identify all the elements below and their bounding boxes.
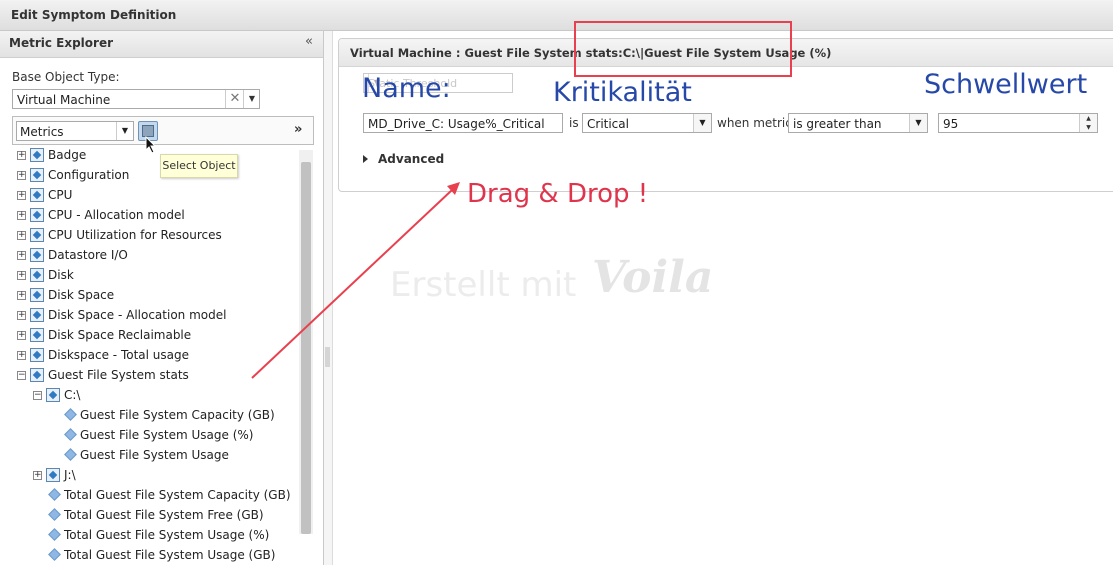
chevron-down-icon[interactable]: ▼ [909, 114, 927, 132]
base-object-type-select[interactable]: Virtual Machine ✕ ▼ [12, 89, 260, 109]
mouse-cursor-icon [145, 136, 157, 154]
expand-icon[interactable]: + [17, 191, 26, 200]
tree-node-label: Disk Space - Allocation model [48, 308, 227, 322]
panel-splitter[interactable] [324, 31, 333, 565]
advanced-toggle[interactable]: Advanced [363, 152, 444, 166]
expand-icon[interactable]: + [17, 251, 26, 260]
chevron-up-icon[interactable]: ▲ [1080, 114, 1097, 123]
tree-node-label: Total Guest File System Usage (GB) [64, 548, 276, 562]
tree-node-label: CPU - Allocation model [48, 208, 185, 222]
when-metric-label: when metric [717, 116, 792, 130]
tree-node-label: Guest File System Capacity (GB) [80, 408, 275, 422]
metric-group-icon [30, 268, 44, 282]
expand-icon[interactable]: + [17, 271, 26, 280]
symptom-name-input[interactable]: MD_Drive_C: Usage%_Critical [363, 113, 563, 133]
chevron-down-icon[interactable]: ▼ [116, 122, 133, 140]
window-titlebar: Edit Symptom Definition [0, 0, 1113, 31]
metric-group-icon [30, 248, 44, 262]
metric-group-icon [30, 208, 44, 222]
spinner-buttons[interactable]: ▲ ▼ [1079, 114, 1097, 132]
watermark-logo: Voila [592, 252, 714, 303]
base-object-type-label: Base Object Type: [12, 70, 120, 84]
splitter-grip-icon[interactable] [325, 347, 330, 367]
metric-explorer-header: Metric Explorer « [0, 31, 323, 58]
base-object-type-value: Virtual Machine [17, 93, 111, 107]
metric-explorer-title: Metric Explorer [9, 36, 113, 50]
metric-group-icon [30, 188, 44, 202]
annotation-threshold: Schwellwert [924, 69, 1088, 100]
clear-icon[interactable]: ✕ [225, 90, 244, 108]
metric-group-icon [30, 348, 44, 362]
tree-node-label: Badge [48, 148, 87, 162]
tree-node-label: Guest File System Usage (%) [80, 428, 254, 442]
tree-node-label: J:\ [64, 468, 76, 482]
highlight-box [574, 21, 792, 77]
chevron-right-icon [363, 155, 368, 163]
window-title: Edit Symptom Definition [11, 8, 177, 22]
scrollbar-thumb[interactable] [301, 162, 311, 534]
tree-node-label: Guest File System Usage [80, 448, 229, 462]
expand-icon[interactable]: + [17, 351, 26, 360]
threshold-value: 95 [943, 117, 959, 131]
annotation-criticality: Kritikalität [553, 77, 692, 108]
expand-icon[interactable]: + [17, 151, 26, 160]
tree-node-label: Total Guest File System Capacity (GB) [64, 488, 291, 502]
metrics-select-value: Metrics [20, 125, 64, 139]
metric-group-icon [30, 308, 44, 322]
tree-node-label: C:\ [64, 388, 81, 402]
symptom-name-value: MD_Drive_C: Usage%_Critical [368, 117, 545, 131]
metric-group-icon [30, 328, 44, 342]
collapse-icon[interactable]: − [17, 371, 26, 380]
tree-node-label: Configuration [48, 168, 130, 182]
metric-group-icon [30, 228, 44, 242]
tree-node-label: Diskspace - Total usage [48, 348, 189, 362]
operator-select[interactable]: is greater than ▼ [788, 113, 928, 133]
metrics-select[interactable]: Metrics ▼ [16, 121, 134, 141]
metric-group-icon [46, 388, 60, 402]
expand-icon[interactable]: + [17, 211, 26, 220]
select-object-tooltip: Select Object [160, 154, 238, 178]
tree-node-label: Total Guest File System Free (GB) [64, 508, 264, 522]
collapse-panel-icon[interactable]: « [305, 34, 313, 49]
collapse-icon[interactable]: − [33, 391, 42, 400]
is-label: is [569, 116, 579, 130]
advanced-label: Advanced [378, 152, 445, 166]
chevron-down-icon[interactable]: ▼ [243, 90, 260, 108]
expand-icon[interactable]: + [17, 291, 26, 300]
chevron-down-icon[interactable]: ▼ [693, 114, 711, 132]
tree-node-label: Total Guest File System Usage (%) [64, 528, 270, 542]
metric-toolbar: Metrics ▼ » [12, 116, 314, 145]
tree-scrollbar[interactable] [299, 150, 313, 534]
criticality-select[interactable]: Critical ▼ [582, 113, 712, 133]
metric-group-icon [30, 168, 44, 182]
expand-icon[interactable]: + [17, 331, 26, 340]
tree-node-label: Datastore I/O [48, 248, 128, 262]
tree-node-label: CPU [48, 188, 73, 202]
metric-group-icon [30, 288, 44, 302]
metric-group-icon [46, 468, 60, 482]
tree-node-label: Disk [48, 268, 74, 282]
expand-icon[interactable]: + [17, 231, 26, 240]
threshold-value-input[interactable]: 95 ▲ ▼ [938, 113, 1098, 133]
expand-icon[interactable]: + [17, 311, 26, 320]
annotation-name: Name: [362, 73, 451, 104]
watermark-text: Erstellt mit [390, 265, 577, 305]
tree-node-label: Guest File System stats [48, 368, 189, 382]
tree-node-label: Disk Space Reclaimable [48, 328, 192, 342]
tree-node-label: Disk Space [48, 288, 115, 302]
metric-group-icon [30, 148, 44, 162]
more-options-icon[interactable]: » [294, 122, 302, 137]
tree-node-label: CPU Utilization for Resources [48, 228, 222, 242]
metric-group-icon [30, 368, 44, 382]
annotation-drag-drop: Drag & Drop ! [467, 179, 649, 209]
expand-icon[interactable]: + [17, 171, 26, 180]
expand-icon[interactable]: + [33, 471, 42, 480]
chevron-down-icon[interactable]: ▼ [1080, 123, 1097, 132]
criticality-value: Critical [587, 117, 629, 131]
operator-value: is greater than [793, 117, 882, 131]
